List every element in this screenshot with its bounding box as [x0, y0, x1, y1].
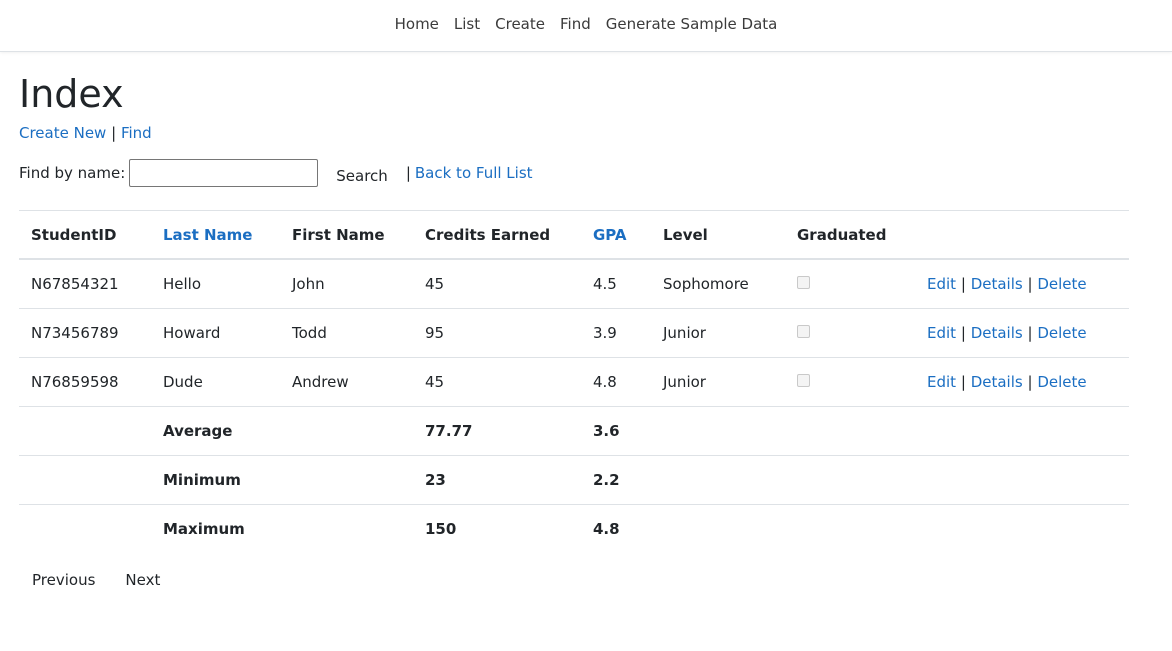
search-button[interactable]: Search: [336, 167, 388, 185]
header-first-name: First Name: [280, 210, 413, 260]
header-credits-earned: Credits Earned: [413, 210, 581, 260]
details-link[interactable]: Details: [971, 324, 1023, 342]
cell-level: Junior: [651, 308, 785, 358]
cell-credits: 45: [413, 357, 581, 407]
summary-credits: 77.77: [413, 406, 581, 456]
summary-gpa: 4.8: [593, 520, 620, 538]
summary-row-minimum: Minimum 23 2.2: [19, 455, 1129, 505]
page-actions: Create New | Find: [19, 124, 1129, 142]
details-link[interactable]: Details: [971, 373, 1023, 391]
delete-link[interactable]: Delete: [1037, 373, 1086, 391]
nav-generate-sample-data-link[interactable]: Generate Sample Data: [606, 15, 778, 33]
header-actions: [915, 210, 1129, 260]
cell-last-name: Dude: [151, 357, 280, 407]
delete-link[interactable]: Delete: [1037, 275, 1086, 293]
cell-gpa: 4.5: [581, 259, 651, 309]
table-row: N73456789 Howard Todd 95 3.9 Junior Edit…: [19, 308, 1129, 358]
search-separator: |: [405, 164, 411, 182]
top-navbar: Home List Create Find Generate Sample Da…: [0, 0, 1172, 52]
summary-row-average: Average 77.77 3.6: [19, 406, 1129, 456]
nav-home-link[interactable]: Home: [395, 15, 439, 33]
next-page-link[interactable]: Next: [125, 571, 160, 589]
cell-actions: Edit | Details | Delete: [915, 357, 1129, 407]
edit-link[interactable]: Edit: [927, 275, 956, 293]
cell-gpa: 4.8: [581, 357, 651, 407]
header-last-name: Last Name: [151, 210, 280, 260]
table-header-row: StudentID Last Name First Name Credits E…: [19, 210, 1129, 260]
cell-first-name: John: [280, 259, 413, 309]
graduated-checkbox: [797, 276, 810, 289]
summary-credits: 150: [425, 520, 457, 538]
cell-actions: Edit | Details | Delete: [915, 308, 1129, 358]
cell-credits: 45: [413, 259, 581, 309]
sort-last-name-link[interactable]: Last Name: [163, 226, 252, 244]
nav-create-link[interactable]: Create: [495, 15, 545, 33]
header-graduated: Graduated: [785, 210, 915, 260]
action-separator: |: [1027, 275, 1033, 293]
cell-level: Junior: [651, 357, 785, 407]
edit-link[interactable]: Edit: [927, 373, 956, 391]
search-form: Find by name: Search | Back to Full List: [19, 158, 1129, 188]
details-link[interactable]: Details: [971, 275, 1023, 293]
action-separator: |: [1027, 373, 1033, 391]
table-row: N67854321 Hello John 45 4.5 Sophomore Ed…: [19, 259, 1129, 309]
cell-graduated: [785, 308, 915, 358]
cell-level: Sophomore: [651, 259, 785, 309]
find-by-name-label: Find by name:: [19, 164, 126, 182]
header-level: Level: [651, 210, 785, 260]
summary-label: Maximum: [163, 520, 245, 538]
back-to-full-list-link[interactable]: Back to Full List: [415, 164, 533, 182]
cell-student-id: N76859598: [19, 357, 151, 407]
table-row: N76859598 Dude Andrew 45 4.8 Junior Edit…: [19, 357, 1129, 407]
find-by-name-input[interactable]: [129, 159, 319, 187]
action-separator: |: [960, 275, 966, 293]
edit-link[interactable]: Edit: [927, 324, 956, 342]
cell-graduated: [785, 259, 915, 309]
action-separator: |: [1027, 324, 1033, 342]
cell-student-id: N67854321: [19, 259, 151, 309]
cell-student-id: N73456789: [19, 308, 151, 358]
find-link[interactable]: Find: [121, 124, 152, 142]
page-title: Index: [19, 72, 124, 116]
nav-find-link[interactable]: Find: [560, 15, 591, 33]
graduated-checkbox: [797, 374, 810, 387]
action-separator: |: [960, 324, 966, 342]
cell-first-name: Andrew: [280, 357, 413, 407]
students-table: StudentID Last Name First Name Credits E…: [19, 210, 1129, 553]
main-content: Index Create New | Find Find by name: Se…: [19, 70, 1129, 589]
pagination: Previous Next: [19, 571, 1129, 589]
action-separator: |: [960, 373, 966, 391]
summary-gpa: 3.6: [581, 406, 651, 456]
action-separator: |: [111, 124, 117, 142]
summary-credits: 23: [413, 455, 581, 505]
cell-gpa: 3.9: [581, 308, 651, 358]
summary-label: Minimum: [151, 455, 280, 505]
graduated-checkbox: [797, 325, 810, 338]
sort-gpa-link[interactable]: GPA: [593, 226, 627, 244]
delete-link[interactable]: Delete: [1037, 324, 1086, 342]
previous-page-link[interactable]: Previous: [32, 571, 95, 589]
create-new-link[interactable]: Create New: [19, 124, 106, 142]
cell-graduated: [785, 357, 915, 407]
header-student-id: StudentID: [19, 210, 151, 260]
cell-credits: 95: [413, 308, 581, 358]
cell-last-name: Howard: [151, 308, 280, 358]
header-gpa: GPA: [581, 210, 651, 260]
cell-first-name: Todd: [280, 308, 413, 358]
nav-list-link[interactable]: List: [454, 15, 480, 33]
cell-last-name: Hello: [151, 259, 280, 309]
summary-row-maximum: Maximum 150 4.8: [19, 505, 1129, 554]
summary-label: Average: [151, 406, 280, 456]
summary-gpa: 2.2: [581, 455, 651, 505]
nav-list: Home List Create Find Generate Sample Da…: [0, 0, 1172, 47]
cell-actions: Edit | Details | Delete: [915, 259, 1129, 309]
